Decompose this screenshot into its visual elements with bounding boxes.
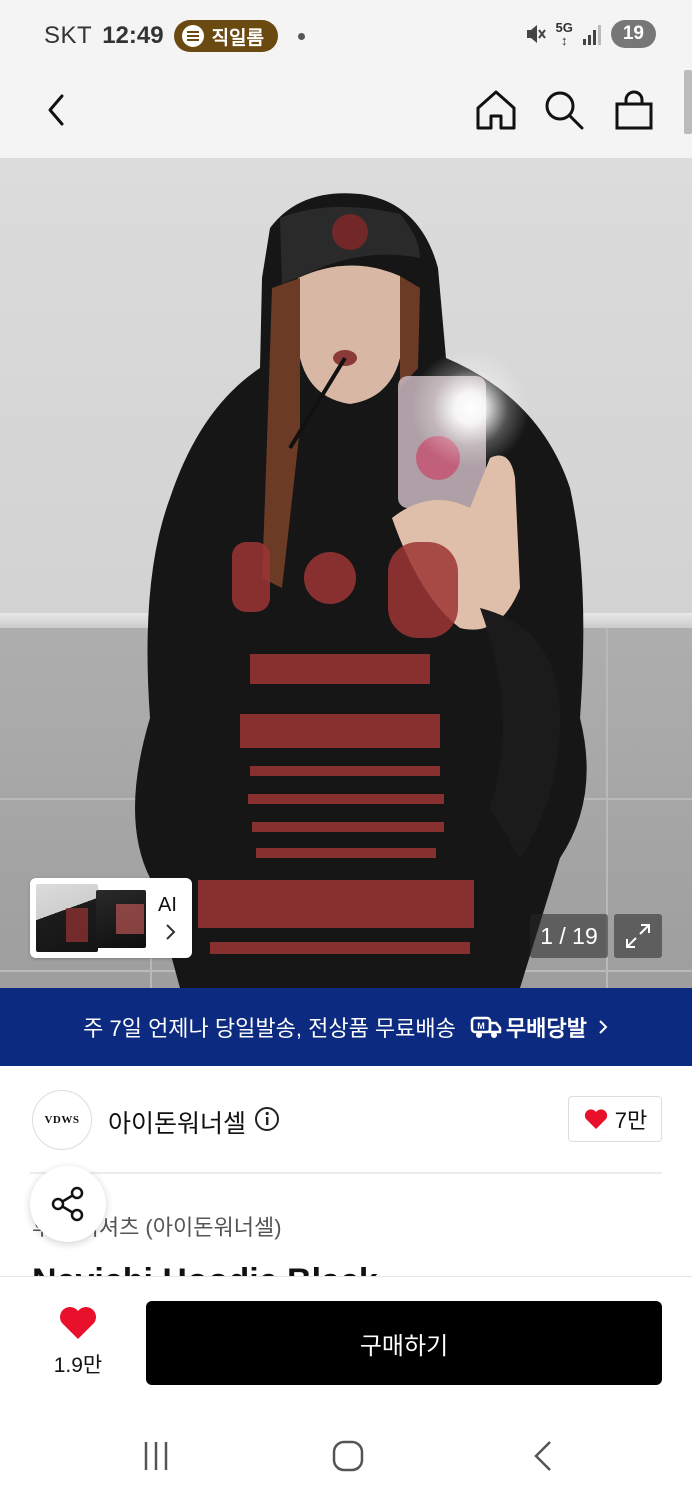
camera-flash <box>410 348 530 468</box>
ai-thumbnail-button[interactable]: AI <box>30 878 192 958</box>
battery-icon: 19 <box>610 20 656 48</box>
buy-button[interactable]: 구매하기 <box>146 1301 662 1385</box>
info-icon[interactable] <box>254 1106 280 1132</box>
expand-icon[interactable] <box>614 914 662 958</box>
thumbnail-2 <box>96 890 146 948</box>
heart-icon <box>584 1109 607 1129</box>
brand-name[interactable]: 아이돈워너셀 <box>108 1104 246 1140</box>
search-icon[interactable] <box>542 88 586 132</box>
notification-dot <box>298 32 306 40</box>
share-button[interactable] <box>30 1166 106 1242</box>
scroll-indicator <box>684 70 692 134</box>
model-photo <box>135 193 587 988</box>
promo-badge: M 무배당발 <box>470 1011 587 1043</box>
pill-label: 직일롬 <box>211 27 265 49</box>
wishlist-count: 1.9만 <box>53 1354 103 1377</box>
bottom-action-bar: 1.9만 구매하기 <box>0 1276 692 1406</box>
svg-text:M: M <box>477 1021 485 1031</box>
app-header <box>0 70 692 158</box>
spotify-notification-pill[interactable]: 직일롬 <box>173 20 279 52</box>
shopping-bag-icon[interactable] <box>612 88 656 132</box>
chevron-right-icon <box>166 924 176 940</box>
wishlist-button[interactable]: 1.9만 <box>46 1305 110 1379</box>
brand-logo[interactable]: VDWS <box>32 1090 92 1150</box>
promo-text: 주 7일 언제나 당일발송, 전상품 무료배송 <box>83 1016 456 1041</box>
product-image[interactable]: AI 1 / 19 <box>0 158 692 988</box>
brand-like-button[interactable]: 7만 <box>568 1096 662 1142</box>
signal-icon <box>582 23 601 45</box>
back-icon[interactable] <box>38 90 78 130</box>
status-bar: SKT 12:49 직일롬 5G ↕ 19 <box>0 0 692 70</box>
back-button-icon[interactable] <box>524 1436 564 1476</box>
system-nav-bar <box>0 1406 692 1500</box>
chevron-right-icon <box>599 1020 608 1034</box>
mute-icon <box>524 22 546 46</box>
ai-label: AI <box>158 894 177 916</box>
clock: 12:49 <box>102 22 164 49</box>
home-icon[interactable] <box>474 88 518 132</box>
brand-like-count: 7만 <box>614 1108 648 1133</box>
divider <box>30 1172 662 1174</box>
thumbnail-1 <box>36 884 98 952</box>
product-info: VDWS 아이돈워너셀 7만 후드 티셔츠 (아이돈워너셀) Nevichi H… <box>0 1066 692 1300</box>
recent-apps-icon[interactable] <box>136 1436 176 1476</box>
share-icon <box>51 1186 84 1222</box>
spotify-icon <box>181 25 204 47</box>
home-button-icon[interactable] <box>328 1436 368 1476</box>
free-shipping-banner[interactable]: 주 7일 언제나 당일발송, 전상품 무료배송 M 무배당발 <box>0 988 692 1066</box>
heart-icon <box>60 1307 96 1339</box>
carrier-label: SKT <box>44 22 93 49</box>
image-counter: 1 / 19 <box>530 914 608 958</box>
network-type: 5G ↕ <box>555 20 573 48</box>
delivery-truck-icon: M <box>470 1016 502 1038</box>
